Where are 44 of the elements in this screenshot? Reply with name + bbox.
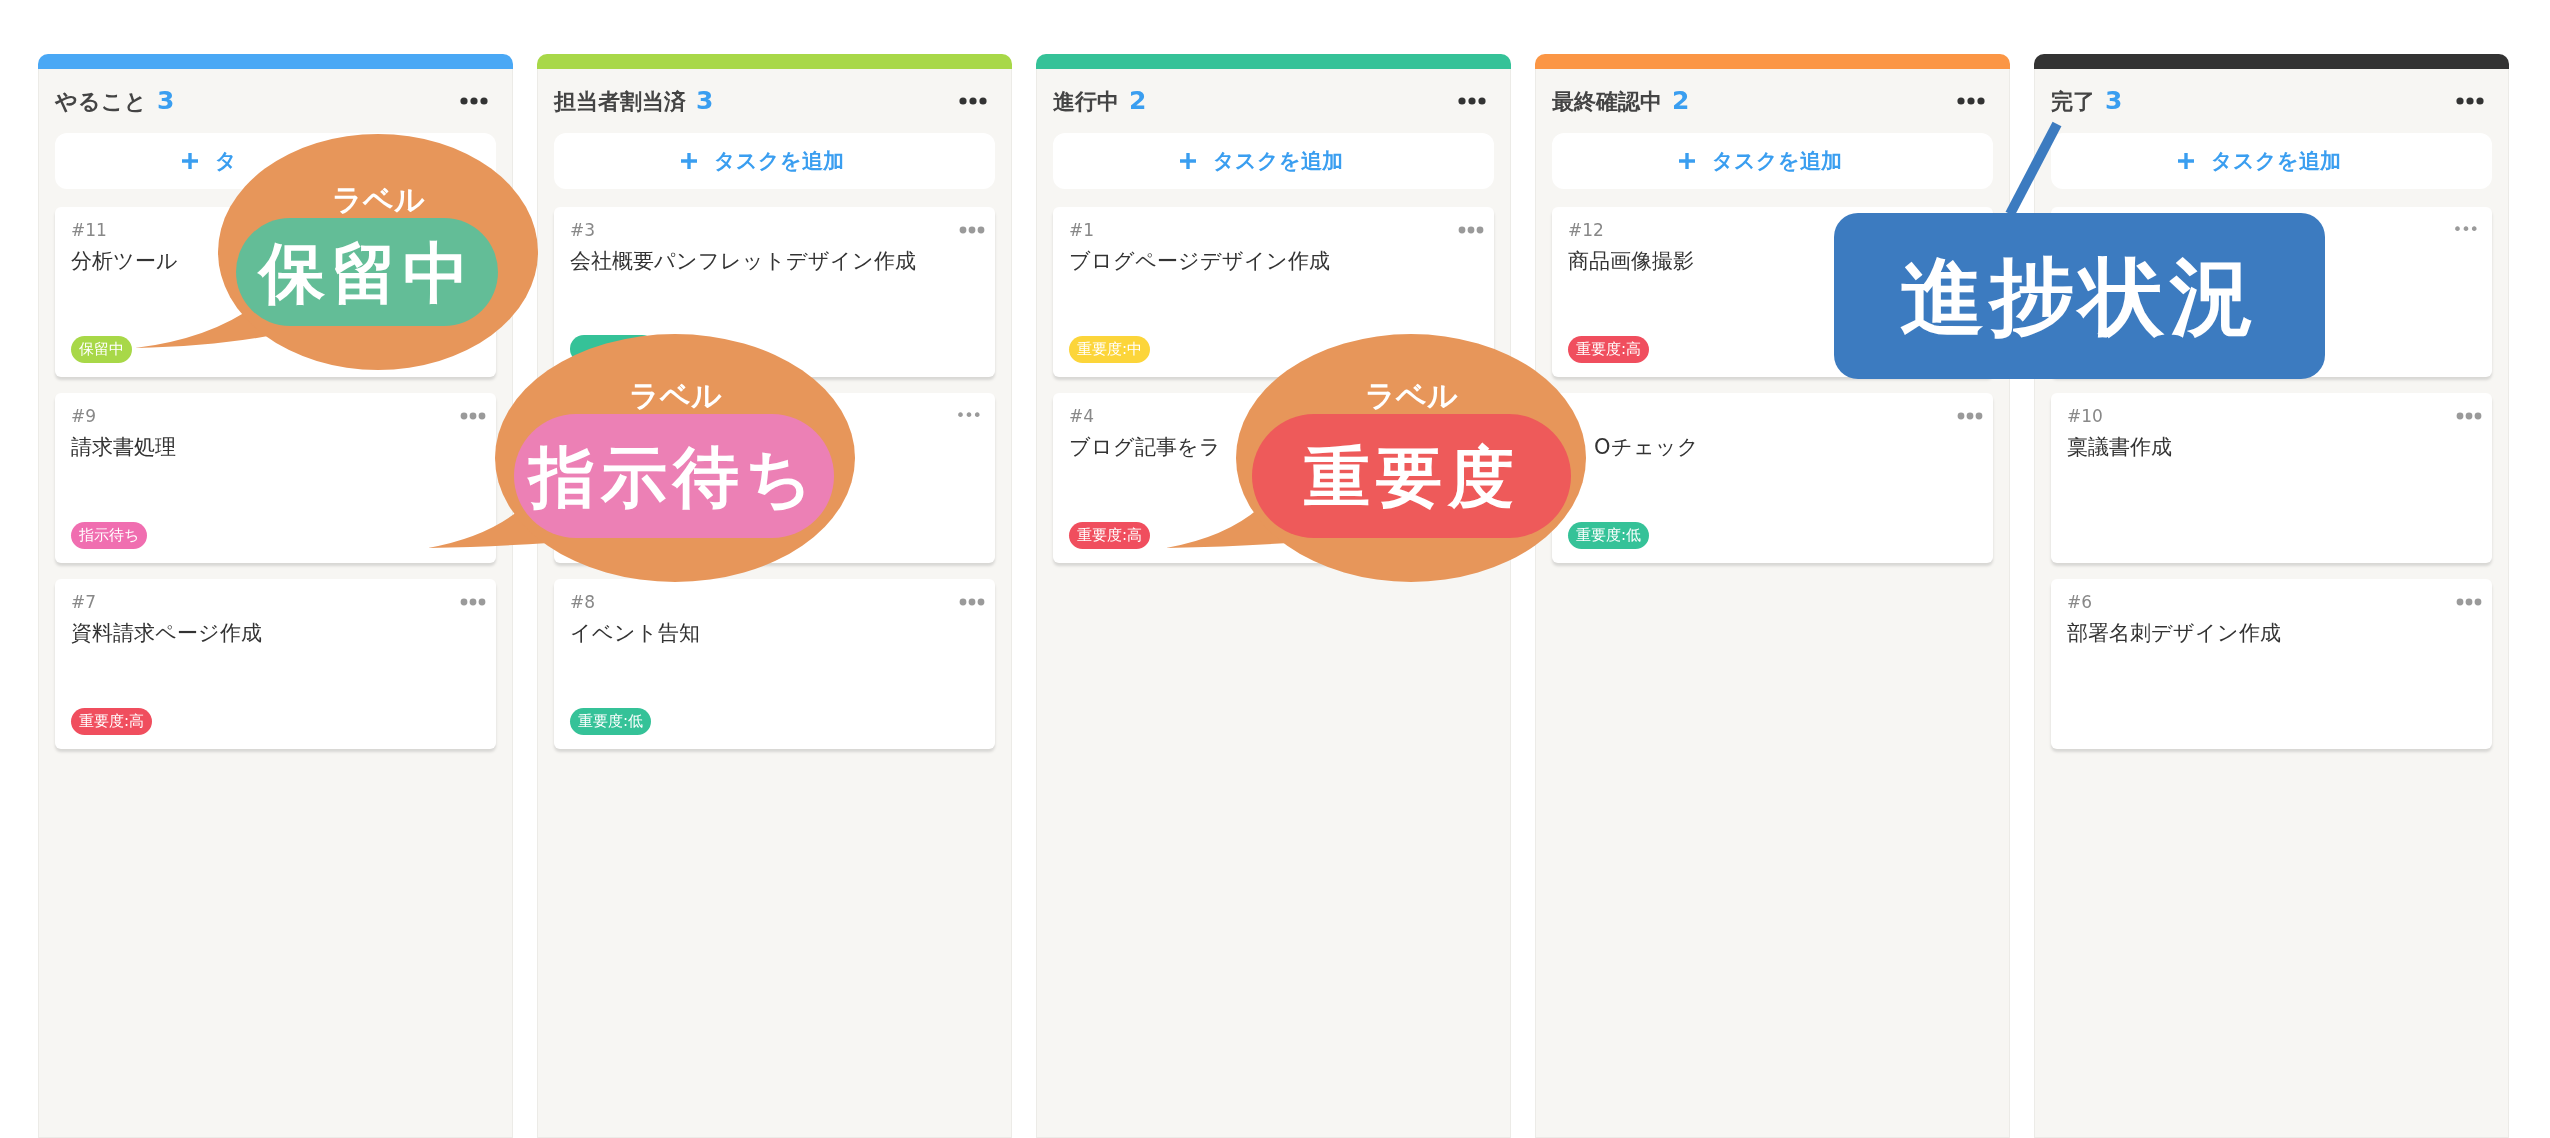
- label-chip: 重要度:低: [1568, 522, 1650, 549]
- task-title: Oチェック: [1593, 434, 1700, 461]
- label-chip: 重要度:低: [570, 708, 652, 735]
- task-title: 稟議書作成: [2067, 434, 2173, 461]
- task-title: ブログページデザイン作成: [1069, 248, 1331, 275]
- callout-caption: ラベル: [628, 378, 722, 413]
- task-count: 3: [157, 85, 175, 115]
- task-number: #6: [2067, 592, 2093, 612]
- task-number: #11: [71, 220, 107, 240]
- label-chip: 保留中: [71, 336, 132, 363]
- label-chip: 指示待ち: [71, 522, 147, 549]
- task-title: ブログ記事をラ: [1069, 434, 1222, 461]
- label-chip: 重要度:高: [1568, 336, 1650, 363]
- column-title: 完了: [2051, 87, 2095, 116]
- label-chip: 重要度:中: [1069, 336, 1151, 363]
- task-number: #1: [1069, 220, 1095, 240]
- task-count: 3: [2105, 85, 2123, 115]
- task-title: 会社概要パンフレットデザイン作成: [570, 248, 917, 275]
- task-title: 請求書処理: [71, 434, 177, 461]
- column-title: 進行中: [1053, 87, 1119, 116]
- task-number: #12: [1568, 220, 1604, 240]
- task-number: #10: [2067, 406, 2103, 426]
- label-chip: 重要度:高: [71, 708, 153, 735]
- callout-label: 重要度: [1303, 439, 1520, 516]
- callout-label: 保留中: [259, 235, 475, 312]
- task-title: 商品画像撮影: [1568, 248, 1695, 275]
- task-title: イベント告知: [570, 620, 701, 647]
- callout-caption: ラベル: [1364, 378, 1458, 413]
- task-number: #3: [570, 220, 596, 240]
- task-number: #4: [1069, 406, 1095, 426]
- column-title: 最終確認中: [1552, 87, 1662, 116]
- task-title: 資料請求ページ作成: [71, 620, 263, 647]
- task-count: 2: [1672, 85, 1690, 115]
- task-count: 2: [1129, 85, 1147, 115]
- task-number: #7: [71, 592, 97, 612]
- task-count: 3: [696, 85, 714, 115]
- column-title: やること: [55, 87, 147, 116]
- task-number: #8: [570, 592, 596, 612]
- task-number: #9: [71, 406, 97, 426]
- label-chip: 重要度:高: [1069, 522, 1151, 549]
- column-title: 担当者割当済: [554, 87, 686, 116]
- task-title: 分析ツール: [71, 248, 179, 275]
- callout-label: 指示待ち: [529, 439, 819, 516]
- task-title: 部署名刺デザイン作成: [2067, 620, 2282, 647]
